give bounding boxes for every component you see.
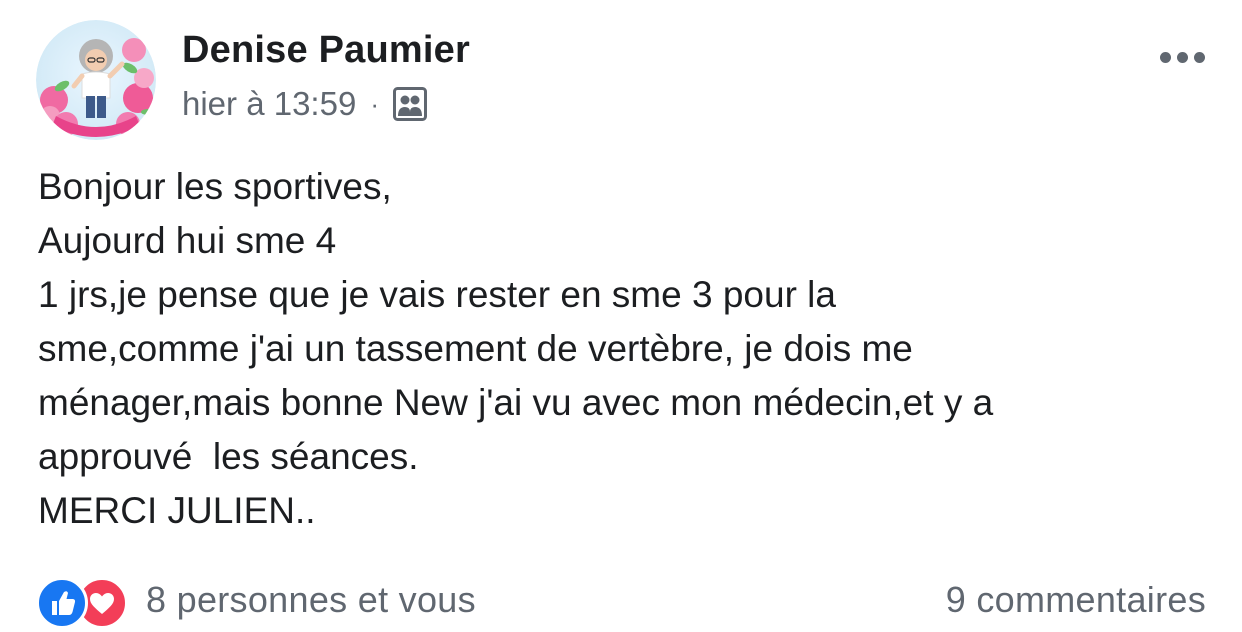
reactions-count-text: 8 personnes et vous bbox=[146, 579, 476, 620]
more-dot bbox=[1176, 51, 1188, 63]
group-audience-icon[interactable] bbox=[392, 87, 427, 121]
comments-count[interactable]: 9 commentaires bbox=[946, 579, 1206, 621]
author-name[interactable]: Denise Paumier bbox=[182, 27, 470, 73]
more-dot bbox=[1159, 51, 1171, 63]
facebook-post: Denise Paumier hier à 13:59 · Bonjour le… bbox=[0, 0, 1242, 632]
message-line: sme,comme j'ai un tassement de vertèbre,… bbox=[38, 328, 913, 369]
message-line: MERCI JULIEN.. bbox=[38, 490, 316, 531]
more-options-icon[interactable] bbox=[1152, 40, 1212, 74]
message-line: ménager,mais bonne New j'ai vu avec mon … bbox=[38, 382, 994, 423]
message-line: Aujourd hui sme 4 bbox=[38, 220, 337, 261]
message-line: Bonjour les sportives, bbox=[38, 166, 392, 207]
post-meta: hier à 13:59 · bbox=[182, 82, 427, 126]
more-dot bbox=[1193, 51, 1205, 63]
reaction-icons bbox=[36, 575, 136, 629]
message-line: 1 jrs,je pense que je vais rester en sme… bbox=[38, 274, 836, 315]
avatar-image bbox=[36, 20, 156, 140]
reactions-summary[interactable]: 8 personnes et vous bbox=[36, 575, 476, 629]
post-footer: 8 personnes et vous 9 commentaires bbox=[36, 574, 1206, 629]
post-timestamp[interactable]: hier à 13:59 bbox=[182, 85, 356, 123]
message-line: approuvé les séances. bbox=[38, 436, 419, 477]
avatar[interactable] bbox=[36, 20, 156, 140]
like-reaction-icon bbox=[36, 577, 88, 629]
meta-separator: · bbox=[370, 89, 379, 119]
post-message: Bonjour les sportives, Aujourd hui sme 4… bbox=[38, 160, 1218, 538]
